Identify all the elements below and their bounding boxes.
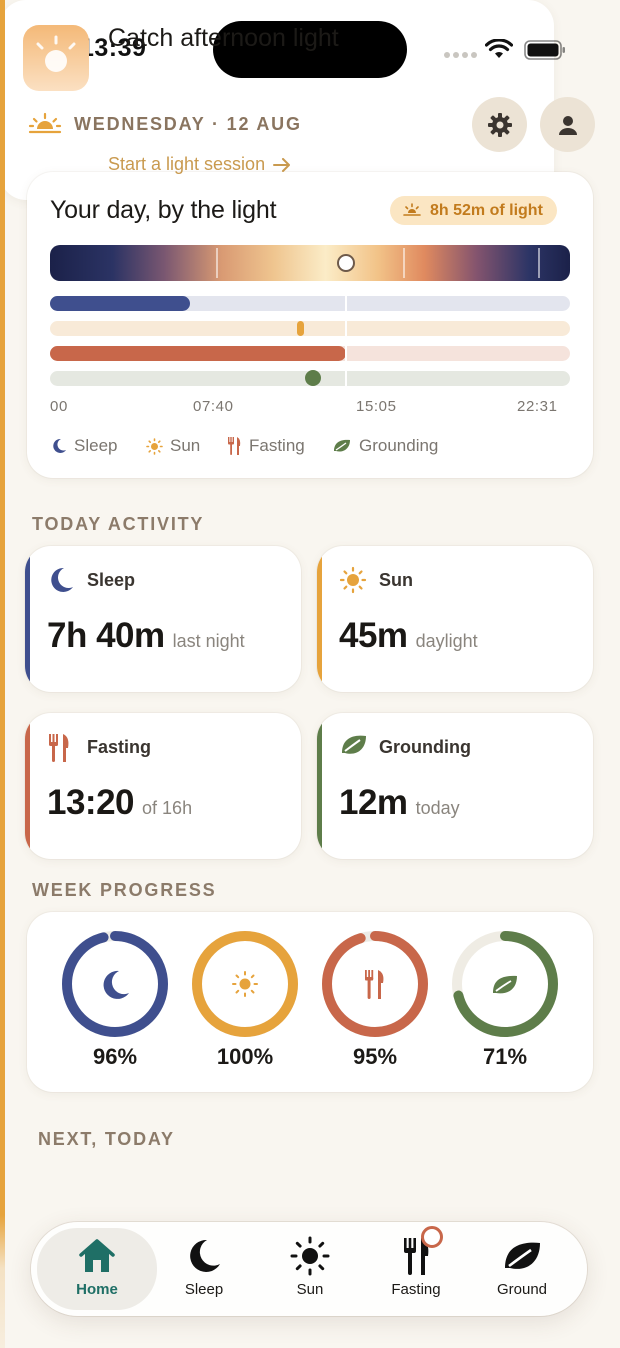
fork-knife-icon <box>49 734 69 762</box>
tab-sun[interactable]: Sun <box>257 1222 363 1316</box>
day-light-card[interactable]: Your day, by the light 8h 52m of light 0… <box>27 172 593 478</box>
sun-activity-card[interactable]: Sun 45m daylight <box>317 546 593 692</box>
sun-track <box>50 321 570 336</box>
timer-badge-icon <box>421 1226 443 1248</box>
sleep-fill <box>50 296 191 311</box>
sun-icon <box>36 35 76 72</box>
sleep-activity-card[interactable]: Sleep 7h 40m last night <box>25 546 301 692</box>
card-stripe <box>25 546 30 692</box>
sun-progress-ring <box>192 931 298 1037</box>
sun-thumbnail <box>23 25 89 91</box>
fork-knife-icon <box>228 437 241 455</box>
leaf-icon <box>342 735 366 754</box>
tick-mark <box>216 248 218 278</box>
grounding-progress-ring <box>452 931 558 1037</box>
tab-home[interactable]: Home <box>37 1228 157 1310</box>
time-label: 22:31 <box>517 398 558 415</box>
card-stripe <box>317 546 322 692</box>
fasting-fill <box>50 346 347 361</box>
sun-icon <box>290 1236 330 1276</box>
next-suggestion-card[interactable]: Catch afternoon light Start a light sess… <box>0 0 554 1348</box>
sun-icon <box>146 437 163 455</box>
tab-fasting[interactable]: Fasting <box>363 1222 469 1316</box>
settings-button[interactable] <box>472 97 527 152</box>
activity-value: 7h 40m <box>47 616 165 655</box>
tick-mark <box>403 248 405 278</box>
sun-icon <box>232 971 258 997</box>
activity-name: Grounding <box>379 737 471 757</box>
gear-icon <box>487 112 512 137</box>
sun-percent: 100% <box>216 1044 274 1069</box>
grounding-activity-card[interactable]: Grounding 12m today <box>317 713 593 859</box>
legend-sun: Sun <box>146 436 200 456</box>
time-label: 07:40 <box>193 398 234 415</box>
activity-sub: last night <box>172 631 245 651</box>
activity-value: 45m <box>339 616 408 655</box>
tick-mark <box>538 248 540 278</box>
home-icon <box>79 1239 115 1272</box>
sleep-progress-ring <box>62 931 168 1037</box>
person-icon <box>558 115 577 135</box>
sun-icon <box>339 566 367 594</box>
wifi-icon <box>485 39 513 58</box>
header-date: WEDNESDAY · 12 AUG <box>74 114 302 134</box>
time-label: 15:05 <box>356 398 397 415</box>
grounding-marker <box>304 370 321 386</box>
next-today-label: NEXT, TODAY <box>38 1129 175 1149</box>
sunrise-icon <box>403 203 421 216</box>
start-light-session-link[interactable]: Start a light session <box>108 154 291 175</box>
leaf-icon <box>334 439 350 452</box>
fasting-percent: 95% <box>352 1044 398 1069</box>
sunrise-icon <box>28 112 62 134</box>
tab-bar: Home Sleep Sun Fasting Ground <box>31 1222 587 1316</box>
activity-sub: daylight <box>415 631 478 651</box>
activity-value: 13:20 <box>47 783 135 822</box>
activity-name: Fasting <box>87 737 152 757</box>
next-title: Catch afternoon light <box>108 24 339 52</box>
now-marker <box>337 254 355 272</box>
fasting-track <box>50 346 570 361</box>
tab-sleep[interactable]: Sleep <box>151 1222 257 1316</box>
card-stripe <box>25 713 30 859</box>
moon-icon <box>103 970 129 999</box>
card-stripe <box>0 0 5 1348</box>
daylight-gradient-bar[interactable] <box>50 245 570 281</box>
activity-name: Sleep <box>87 570 136 590</box>
grounding-percent: 71% <box>482 1044 528 1069</box>
sleep-percent: 96% <box>92 1044 138 1069</box>
week-progress-label: WEEK PROGRESS <box>32 880 217 900</box>
arrow-right-icon <box>273 157 291 172</box>
leaf-icon <box>505 1242 540 1269</box>
signal-icon <box>444 52 477 58</box>
activity-sub: today <box>415 798 460 818</box>
legend-sleep: Sleep <box>51 436 117 456</box>
time-label: 00 <box>50 398 68 415</box>
moon-icon <box>51 567 73 592</box>
leaf-icon <box>493 975 517 994</box>
battery-icon <box>524 40 565 60</box>
sun-marker <box>296 321 304 336</box>
fasting-progress-ring <box>322 931 428 1037</box>
light-duration-badge: 8h 52m of light <box>390 196 557 225</box>
sleep-track <box>50 296 570 311</box>
grounding-track <box>50 370 570 386</box>
now-line <box>345 292 347 386</box>
legend-grounding: Grounding <box>332 436 438 456</box>
card-stripe <box>317 713 322 859</box>
activity-value: 12m <box>339 783 408 822</box>
fork-knife-icon <box>365 970 384 999</box>
card-title: Your day, by the light <box>50 196 277 224</box>
activity-sub: of 16h <box>142 798 193 818</box>
activity-name: Sun <box>379 570 413 590</box>
moon-icon <box>53 438 66 453</box>
moon-icon <box>190 1239 220 1272</box>
tab-ground[interactable]: Ground <box>469 1222 575 1316</box>
today-activity-label: TODAY ACTIVITY <box>32 514 205 534</box>
fasting-activity-card[interactable]: Fasting 13:20 of 16h <box>25 713 301 859</box>
profile-button[interactable] <box>540 97 595 152</box>
legend-fasting: Fasting <box>227 436 305 456</box>
week-progress-card[interactable]: 96% 100% 95% 71% <box>27 912 593 1092</box>
